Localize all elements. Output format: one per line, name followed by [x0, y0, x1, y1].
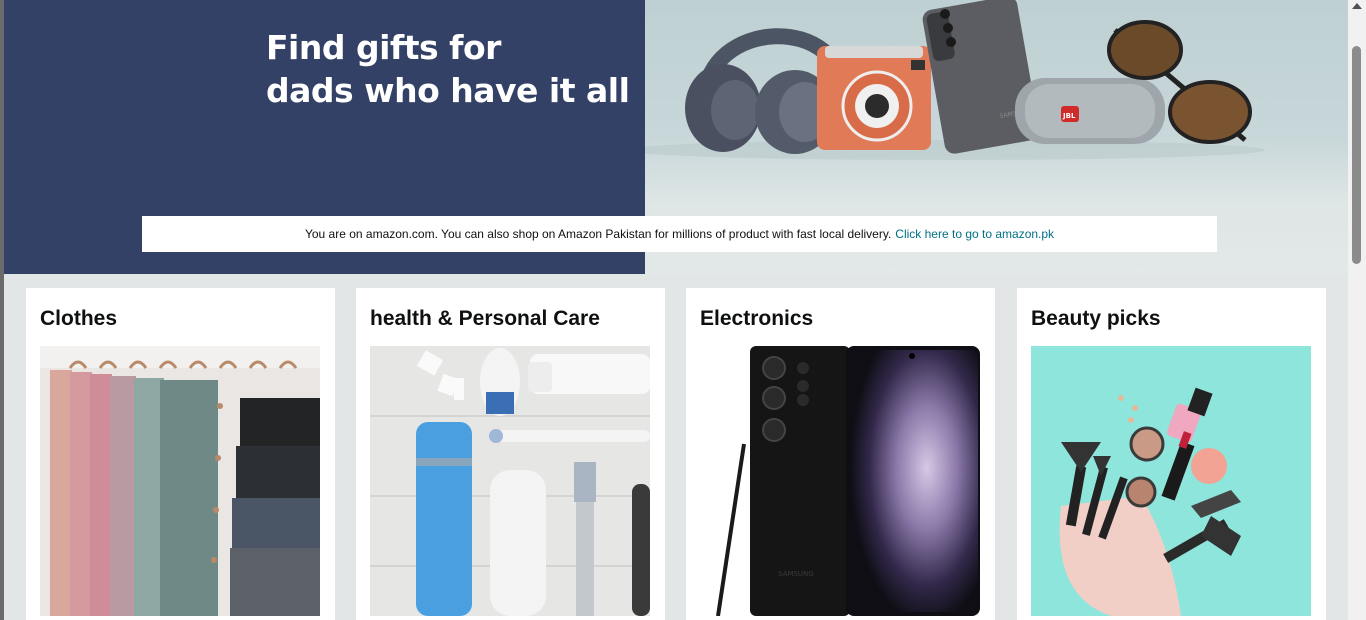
category-card-electronics[interactable]: Electronics SAMSUNG: [686, 288, 995, 620]
hero-title: Find gifts for dads who have it all: [266, 26, 630, 112]
electronics-image[interactable]: SAMSUNG: [700, 346, 980, 616]
category-card-health-personal-care[interactable]: health & Personal Care: [356, 288, 665, 620]
speaker-icon: JBL: [1015, 78, 1165, 144]
scrollbar-thumb[interactable]: [1352, 46, 1361, 264]
beauty-picks-image[interactable]: [1031, 346, 1311, 616]
hero-title-line1: Find gifts for: [266, 28, 501, 67]
region-notice-text: You are on amazon.com. You can also shop…: [304, 227, 892, 241]
hero-title-line2: dads who have it all: [266, 71, 630, 110]
svg-text:SAMSUNG: SAMSUNG: [778, 570, 814, 578]
card-title[interactable]: health & Personal Care: [370, 307, 600, 331]
card-title[interactable]: Clothes: [40, 307, 117, 331]
card-title[interactable]: Electronics: [700, 307, 813, 331]
card-title[interactable]: Beauty picks: [1031, 307, 1161, 331]
scroll-up-arrow-icon[interactable]: [1352, 3, 1362, 9]
region-notice-bar: You are on amazon.com. You can also shop…: [142, 216, 1217, 252]
go-to-amazon-pk-link[interactable]: Click here to go to amazon.pk: [895, 227, 1054, 241]
category-card-beauty-picks[interactable]: Beauty picks: [1017, 288, 1326, 620]
page-scrollbar[interactable]: [1348, 0, 1366, 620]
health-personal-care-image[interactable]: [370, 346, 650, 616]
hero-banner[interactable]: SAMSUNG JBL Find gifts for dads who have…: [4, 0, 1348, 274]
category-card-clothes[interactable]: Clothes: [26, 288, 335, 620]
svg-text:JBL: JBL: [1062, 112, 1076, 120]
clothes-image[interactable]: [40, 346, 320, 616]
instant-camera-icon: [817, 46, 931, 150]
